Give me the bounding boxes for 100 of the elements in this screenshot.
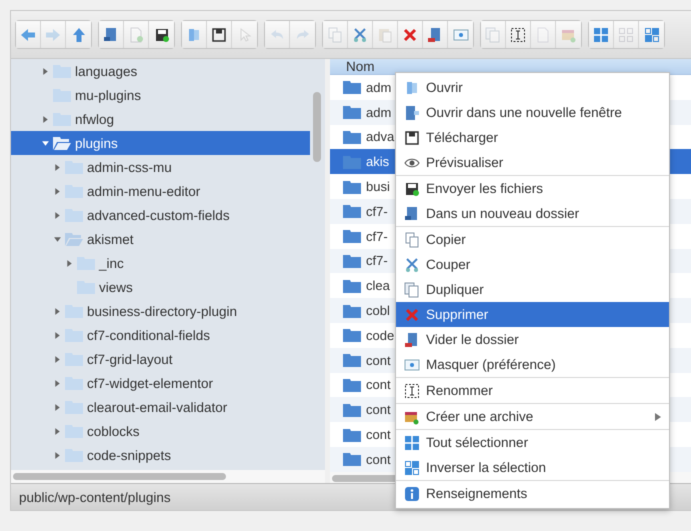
- folder-icon: [65, 400, 83, 414]
- open-folder-icon: [53, 136, 71, 150]
- up-arrow-icon: [70, 26, 86, 42]
- folder-icon: [65, 448, 83, 462]
- menu-item[interactable]: Prévisualiser: [396, 150, 669, 175]
- folder-icon: [343, 130, 361, 144]
- folder-icon: [343, 402, 361, 417]
- menu-item[interactable]: Renommer: [396, 378, 669, 403]
- expand-arrow-icon[interactable]: [53, 450, 62, 460]
- rename-button[interactable]: [506, 21, 531, 48]
- menu-item[interactable]: Copier: [396, 227, 669, 252]
- expand-arrow-icon[interactable]: [53, 354, 62, 364]
- expand-arrow-icon[interactable]: [41, 114, 50, 124]
- scissors-button[interactable]: [348, 21, 373, 48]
- menu-item[interactable]: Créer une archive: [396, 404, 669, 429]
- current-path: public/wp-content/plugins: [19, 490, 171, 504]
- tree-item[interactable]: advanced-custom-fields: [11, 203, 310, 227]
- rename-icon: [404, 382, 420, 398]
- grid-button[interactable]: [589, 21, 614, 48]
- grid-icon: [404, 434, 420, 450]
- menu-item[interactable]: Couper: [396, 252, 669, 277]
- menu-item[interactable]: Renseignements: [396, 481, 669, 506]
- tree-item[interactable]: cf7-grid-layout: [11, 347, 310, 371]
- expand-arrow-icon[interactable]: [53, 426, 62, 436]
- folder-icon: [343, 428, 361, 442]
- folder-icon: [65, 160, 83, 174]
- floppy-button[interactable]: [207, 21, 232, 48]
- tree-item[interactable]: coblocks: [11, 419, 310, 443]
- collapse-arrow-icon[interactable]: [41, 138, 50, 148]
- scrollbar[interactable]: [13, 473, 226, 480]
- menu-item[interactable]: Inverser la sélection: [396, 455, 669, 480]
- folder-icon: [343, 304, 361, 318]
- menu-item[interactable]: Masquer (préférence): [396, 352, 669, 377]
- floppy-icon: [404, 180, 420, 196]
- menu-item[interactable]: Vider le dossier: [396, 327, 669, 352]
- tree-item[interactable]: admin-css-mu: [11, 155, 310, 179]
- scrollbar[interactable]: [313, 92, 321, 162]
- menu-item[interactable]: Tout sélectionner: [396, 430, 669, 455]
- menu-item[interactable]: Ouvrir dans une nouvelle fenêtre: [396, 100, 669, 125]
- expand-arrow-icon[interactable]: [53, 402, 62, 412]
- folder-icon: [343, 105, 361, 120]
- menu-item[interactable]: Envoyer les fichiers: [396, 176, 669, 201]
- expand-arrow-icon[interactable]: [41, 66, 50, 76]
- tree-item[interactable]: cf7-conditional-fields: [11, 323, 310, 347]
- tree-item[interactable]: views: [11, 275, 310, 299]
- info-icon: [404, 486, 420, 502]
- page-icon: [535, 26, 551, 42]
- tree-item[interactable]: clearout-email-validator: [11, 395, 310, 419]
- new-file-icon: [128, 26, 144, 42]
- duplicate-icon: [485, 26, 501, 42]
- expand-arrow-icon[interactable]: [53, 378, 62, 388]
- parent-folder-button[interactable]: [66, 21, 91, 48]
- expand-arrow-icon[interactable]: [53, 162, 62, 172]
- tree-item[interactable]: akismet: [11, 227, 310, 251]
- folder-icon: [343, 378, 361, 392]
- expand-arrow-icon[interactable]: [53, 210, 62, 220]
- rename-icon: [510, 26, 526, 42]
- clipboard-icon: [377, 26, 393, 42]
- back-arrow-icon: [20, 26, 36, 42]
- delete-icon: [402, 26, 418, 42]
- folder-icon: [343, 204, 361, 218]
- menu-item[interactable]: Supprimer: [396, 302, 669, 327]
- tree-item[interactable]: code-snippets: [11, 443, 310, 467]
- expand-arrow-icon[interactable]: [53, 306, 62, 316]
- tree-item[interactable]: plugins: [11, 131, 310, 155]
- tree-item[interactable]: admin-menu-editor: [11, 179, 310, 203]
- folder-icon: [65, 424, 83, 438]
- folder-icon: [77, 280, 95, 294]
- tree-item[interactable]: cf7-widget-elementor: [11, 371, 310, 395]
- folder-icon: [65, 208, 83, 222]
- menu-item[interactable]: Ouvrir: [396, 75, 669, 100]
- scissors-icon: [404, 256, 420, 272]
- folder-icon: [343, 452, 361, 466]
- back-button[interactable]: [16, 21, 41, 48]
- grid-icon: [593, 26, 609, 42]
- folder-icon: [65, 184, 83, 198]
- expand-arrow-icon[interactable]: [65, 258, 74, 268]
- folder-icon: [53, 64, 71, 78]
- grid-button[interactable]: [639, 21, 664, 48]
- collapse-arrow-icon[interactable]: [53, 234, 62, 244]
- expand-arrow-icon[interactable]: [53, 330, 62, 340]
- tree-item[interactable]: languages: [11, 59, 310, 83]
- menu-item[interactable]: Dans un nouveau dossier: [396, 201, 669, 226]
- folder-icon: [65, 352, 83, 366]
- document-button[interactable]: [99, 21, 124, 48]
- tree-item[interactable]: mu-plugins: [11, 83, 310, 107]
- floppy-button[interactable]: [149, 21, 174, 48]
- menu-item[interactable]: Dupliquer: [396, 277, 669, 302]
- tree-item[interactable]: nfwlog: [11, 107, 310, 131]
- folder-icon: [343, 328, 361, 342]
- duplicate-icon: [404, 282, 420, 298]
- folder-icon: [343, 80, 361, 94]
- tree-item[interactable]: _inc: [11, 251, 310, 275]
- grid-icon: [644, 26, 660, 42]
- delete-button[interactable]: [398, 21, 423, 48]
- grid-icon: [404, 460, 420, 476]
- folder-icon: [65, 376, 83, 390]
- expand-arrow-icon[interactable]: [53, 186, 62, 196]
- menu-item[interactable]: Télécharger: [396, 125, 669, 150]
- tree-item[interactable]: business-directory-plugin: [11, 299, 310, 323]
